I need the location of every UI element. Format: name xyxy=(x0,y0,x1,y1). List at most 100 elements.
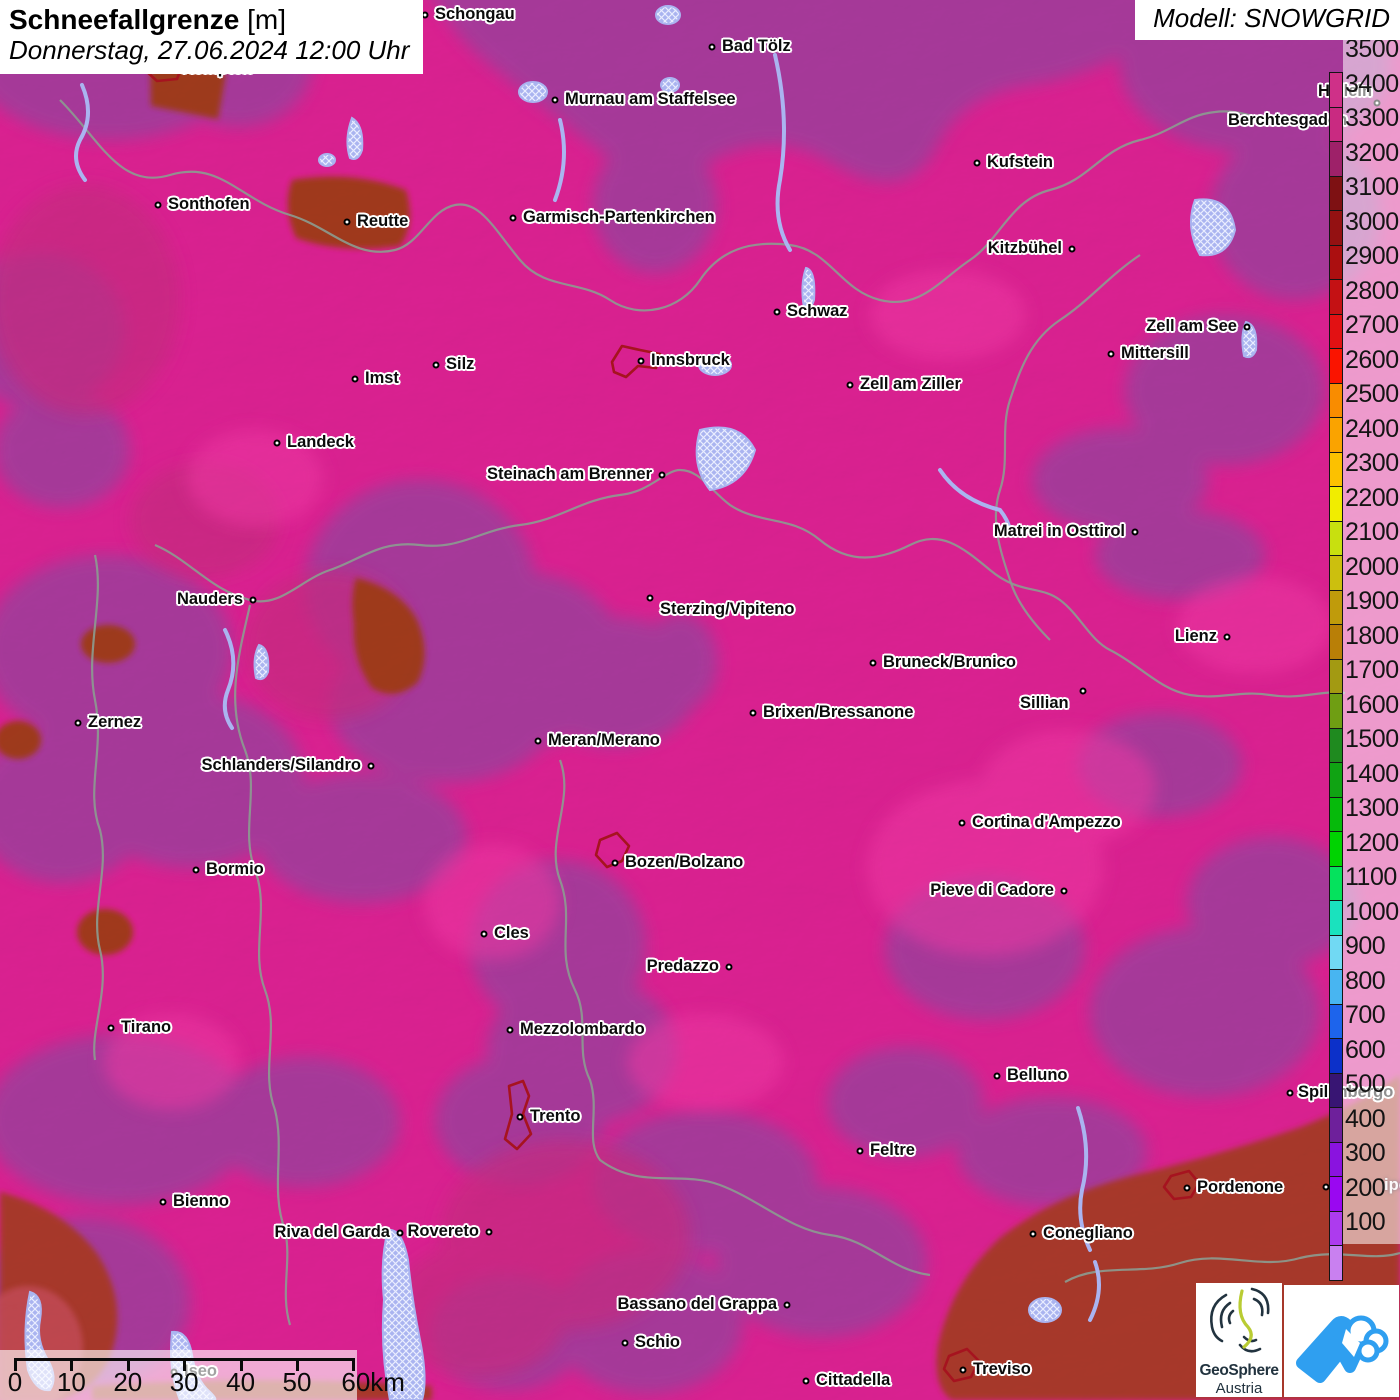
city-dot xyxy=(646,594,654,602)
legend-segment xyxy=(1329,244,1343,280)
city-dot xyxy=(1131,528,1139,536)
legend-value: 1700 xyxy=(1345,656,1399,684)
city-markers-layer: SchongauBad TölzKemptenMurnau am Staffel… xyxy=(0,0,1400,1400)
city-label: Garmisch-Partenkirchen xyxy=(523,208,715,227)
city-dot xyxy=(1223,633,1231,641)
legend-value: 2700 xyxy=(1345,311,1399,339)
legend-segment xyxy=(1329,1072,1343,1108)
city-dot xyxy=(509,214,517,222)
legend-segment xyxy=(1329,175,1343,211)
city-label: Cittadella xyxy=(816,1371,891,1390)
legend-value: 300 xyxy=(1345,1139,1386,1167)
legend-value: 900 xyxy=(1345,932,1386,960)
city-label: Brixen/Bressanone xyxy=(763,703,914,722)
legend-value: 2800 xyxy=(1345,276,1399,305)
city-label: Mezzolombardo xyxy=(520,1020,645,1039)
legend-value: 700 xyxy=(1345,1001,1386,1029)
city-label: Cortina d'Ampezzo xyxy=(972,813,1121,832)
city-label: Treviso xyxy=(973,1360,1031,1379)
city-dot xyxy=(993,1072,1001,1080)
partial-city-label: ipo xyxy=(1384,1176,1400,1195)
city-label: Murnau am Staffelsee xyxy=(565,90,736,109)
legend-segment xyxy=(1329,624,1343,660)
geosphere-logo-subtext: Austria xyxy=(1215,1380,1263,1397)
city-dot xyxy=(773,308,781,316)
city-label: Steinach am Brenner xyxy=(486,465,652,484)
legend-segment xyxy=(1329,900,1343,936)
legend-value: 800 xyxy=(1345,966,1386,995)
legend-segment xyxy=(1329,451,1343,487)
legend-value: 2100 xyxy=(1345,518,1399,546)
city-dot xyxy=(708,43,716,51)
geosphere-contours-icon xyxy=(1210,1287,1270,1353)
snowfall-line-map: SchongauBad TölzKemptenMurnau am Staffel… xyxy=(0,0,1400,1400)
legend-value: 400 xyxy=(1345,1104,1386,1133)
city-dot xyxy=(343,218,351,226)
city-label: Predazzo xyxy=(646,957,719,976)
scale-label: 60km xyxy=(341,1367,405,1397)
city-label: Cles xyxy=(494,924,529,943)
scale-label: 30 xyxy=(169,1367,199,1397)
city-dot xyxy=(480,930,488,938)
city-dot xyxy=(621,1339,629,1347)
city-dot xyxy=(249,596,257,604)
scale-label: 20 xyxy=(113,1367,143,1397)
city-label: Sonthofen xyxy=(168,195,250,214)
city-dot xyxy=(1060,887,1068,895)
city-dot xyxy=(74,719,82,727)
legend-segment xyxy=(1329,934,1343,970)
legend-value: 2000 xyxy=(1345,552,1399,581)
legend-value: 1000 xyxy=(1345,897,1399,926)
legend-segment xyxy=(1329,141,1343,177)
model-label: Modell: SNOWGRID xyxy=(1153,3,1390,33)
legend-value: 1100 xyxy=(1345,863,1397,891)
city-label: Feltre xyxy=(870,1141,915,1160)
city-label: Pordenone xyxy=(1197,1178,1284,1197)
city-label: Mittersill xyxy=(1121,344,1189,363)
city-label: Innsbruck xyxy=(651,351,730,370)
city-label: Bruneck/Brunico xyxy=(883,653,1016,672)
city-label: Trento xyxy=(530,1107,581,1126)
legend-segment xyxy=(1329,693,1343,729)
legend-value: 2300 xyxy=(1345,449,1399,477)
legend-value: 2900 xyxy=(1345,242,1399,270)
scale-bar: 0 10 20 30 40 50 60km xyxy=(0,1350,405,1400)
geosphere-logo: GeoSphere Austria xyxy=(1196,1283,1282,1397)
legend-segment xyxy=(1329,831,1343,867)
city-label: Schwaz xyxy=(787,302,848,321)
legend-segment xyxy=(1329,210,1343,246)
map-title: Schneefallgrenze xyxy=(9,4,240,35)
city-label: Conegliano xyxy=(1043,1224,1133,1243)
legend-value: 1800 xyxy=(1345,621,1399,650)
legend-segment xyxy=(1329,1107,1343,1143)
legend-segment xyxy=(1329,555,1343,591)
city-label: Rovereto xyxy=(407,1222,479,1241)
city-dot xyxy=(611,859,619,867)
scale-label: 0 xyxy=(7,1367,23,1397)
city-label: Landeck xyxy=(287,433,354,452)
legend-value: 3200 xyxy=(1345,138,1399,167)
legend-segment xyxy=(1329,589,1343,625)
scale-label: 10 xyxy=(56,1367,86,1397)
map-datetime: Donnerstag, 27.06.2024 12:00 Uhr xyxy=(9,34,410,65)
legend-value: 600 xyxy=(1345,1035,1386,1064)
city-label: Kitzbühel xyxy=(987,239,1062,258)
city-label: Zernez xyxy=(88,713,142,732)
legend-value: 2200 xyxy=(1345,483,1399,512)
city-dot xyxy=(802,1377,810,1385)
legend-segment xyxy=(1329,72,1343,108)
city-dot xyxy=(551,96,559,104)
legend-segment xyxy=(1329,658,1343,694)
city-label: Imst xyxy=(365,369,399,388)
legend-segment xyxy=(1329,520,1343,556)
city-dot xyxy=(658,471,666,479)
legend-value: 1400 xyxy=(1345,759,1399,788)
city-dot xyxy=(973,159,981,167)
city-dot xyxy=(1243,323,1251,331)
city-label: Lienz xyxy=(1174,627,1217,646)
legend-segment xyxy=(1329,727,1343,763)
legend-value: 1200 xyxy=(1345,828,1399,857)
city-dot xyxy=(637,357,645,365)
city-label: Bad Tölz xyxy=(722,37,791,56)
city-dot xyxy=(846,381,854,389)
